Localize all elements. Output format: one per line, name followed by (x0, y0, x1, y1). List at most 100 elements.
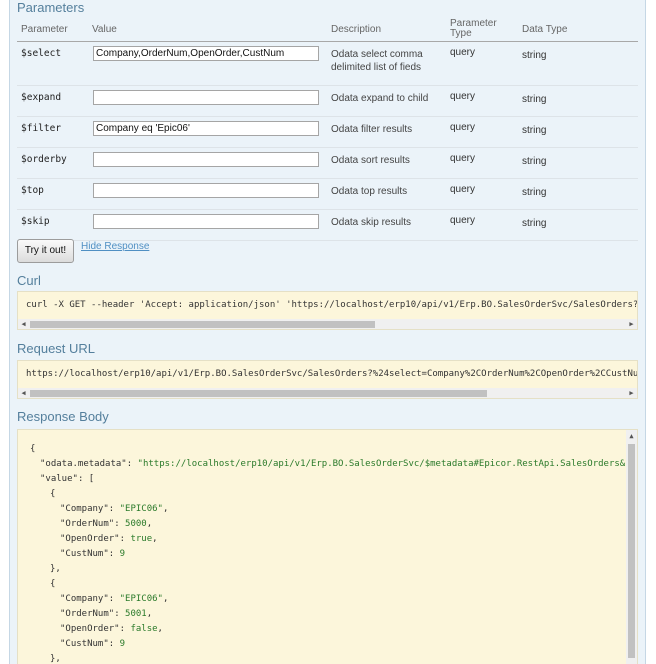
response-value: false (130, 624, 158, 634)
header-parameter: Parameter (21, 24, 68, 35)
curl-box: curl -X GET --header 'Accept: applicatio… (17, 291, 638, 330)
curl-title: Curl (17, 273, 41, 288)
response-sep: : (108, 639, 120, 649)
param-type: query (450, 215, 476, 226)
param-value-input[interactable] (93, 152, 319, 167)
param-name: $expand (21, 92, 62, 103)
scroll-left-icon[interactable]: ◀ (18, 319, 29, 329)
response-key: "value" (40, 474, 78, 484)
param-name: $orderby (21, 154, 67, 165)
response-value: 5000 (125, 519, 147, 529)
response-value: 5001 (125, 609, 147, 619)
param-data-type: string (522, 218, 547, 229)
curl-scroll-thumb[interactable] (30, 321, 375, 328)
param-value-input[interactable]: Company,OrderNum,OpenOrder,CustNum (93, 46, 319, 61)
response-line: "CustNum": 9 (60, 639, 125, 649)
response-key: "OrderNum" (60, 519, 115, 529)
response-line: "OpenOrder": false, (60, 624, 163, 634)
response-key: "OpenOrder" (60, 624, 120, 634)
curl-scrollbar[interactable]: ◀ ▶ (18, 319, 637, 329)
param-name: $filter (21, 123, 62, 134)
response-sep: : (114, 519, 126, 529)
response-body-box: { "odata.metadata": "https://localhost/er… (17, 429, 638, 664)
response-sep: : (119, 534, 131, 544)
response-line: "odata.metadata": "https://localhost/erp… (40, 459, 631, 469)
response-punct: { (50, 579, 56, 589)
request-url-title: Request URL (17, 341, 96, 356)
param-name: $top (21, 185, 44, 196)
param-row: $select Company,OrderNum,OpenOrder,CustNu… (17, 42, 638, 86)
response-sep: : (126, 459, 138, 469)
response-key: "CustNum" (60, 639, 109, 649)
response-line: "value": [ (40, 474, 94, 484)
response-tail: , (152, 534, 158, 544)
param-value-input[interactable] (93, 90, 319, 105)
scroll-up-icon[interactable]: ▲ (626, 432, 637, 440)
response-key: "CustNum" (60, 549, 109, 559)
response-value: "https://localhost/erp10/api/v1/Erp.BO.S… (137, 459, 631, 469)
param-description: Odata top results (331, 186, 408, 197)
param-description-2: delimited list of fieds (331, 62, 422, 73)
response-tail: , (146, 519, 153, 529)
response-punct: { (50, 489, 56, 499)
param-data-type: string (522, 125, 547, 136)
param-description: Odata skip results (331, 217, 412, 228)
response-sep: : (108, 549, 120, 559)
param-data-type: string (522, 50, 547, 61)
response-punct: }, (50, 654, 61, 664)
param-type: query (450, 184, 476, 195)
parameters-table: Parameter Value Description Parameter Ty… (17, 16, 638, 241)
response-value: true (130, 534, 153, 544)
param-name: $skip (21, 216, 50, 227)
param-row: $top Odata top results query string (17, 179, 638, 210)
response-value: "EPIC06" (119, 504, 163, 514)
response-line: { (50, 489, 55, 499)
request-url-box: https://localhost/erp10/api/v1/Erp.BO.Sa… (17, 360, 638, 399)
response-sep: : (114, 609, 126, 619)
response-key: "OpenOrder" (60, 534, 120, 544)
header-description: Description (331, 24, 382, 35)
response-line: }, (50, 564, 61, 574)
response-key: "Company" (60, 594, 109, 604)
response-scroll-thumb[interactable] (628, 444, 635, 658)
param-value-input[interactable] (93, 183, 319, 198)
request-url-scrollbar[interactable]: ◀ ▶ (18, 388, 637, 398)
param-value-input[interactable]: Company eq 'Epic06' (93, 121, 319, 136)
param-name: $select (21, 48, 62, 59)
response-line: "OrderNum": 5000, (60, 519, 152, 529)
response-line: "OrderNum": 5001, (60, 609, 152, 619)
response-line: "OpenOrder": true, (60, 534, 158, 544)
param-value-input[interactable] (93, 214, 319, 229)
param-row: $skip Odata skip results query string (17, 210, 638, 241)
response-punct: { (30, 444, 36, 454)
curl-command: curl -X GET --header 'Accept: applicatio… (26, 300, 638, 310)
response-line: { (30, 444, 35, 454)
param-row: $orderby Odata sort results query string (17, 148, 638, 179)
response-value: 9 (119, 639, 126, 649)
response-line: "Company": "EPIC06", (60, 594, 168, 604)
try-it-out-button[interactable]: Try it out! (17, 239, 74, 263)
param-description: Odata filter results (331, 124, 413, 135)
scroll-left-icon[interactable]: ◀ (18, 388, 29, 398)
response-tail: , (162, 594, 169, 604)
param-data-type: string (522, 94, 547, 105)
param-data-type: string (522, 156, 547, 167)
response-tail: , (162, 504, 169, 514)
scroll-right-icon[interactable]: ▶ (626, 319, 637, 329)
response-sep: : (108, 504, 120, 514)
scroll-right-icon[interactable]: ▶ (626, 388, 637, 398)
param-row: $filter Company eq 'Epic06' Odata filter r… (17, 117, 638, 148)
param-type: query (450, 91, 476, 102)
response-tail: , (146, 609, 153, 619)
request-url-scroll-thumb[interactable] (30, 390, 487, 397)
param-type: query (450, 122, 476, 133)
response-sep: : (119, 624, 131, 634)
hide-response-link[interactable]: Hide Response (81, 241, 149, 252)
header-param-type-2: Type (450, 28, 472, 39)
header-value: Value (92, 24, 117, 35)
param-type: query (450, 153, 476, 164)
response-value: "EPIC06" (119, 594, 163, 604)
response-scrollbar[interactable]: ▲ (626, 430, 637, 664)
parameters-header: Parameter Value Description Parameter Ty… (17, 16, 638, 42)
param-description: Odata sort results (331, 155, 410, 166)
